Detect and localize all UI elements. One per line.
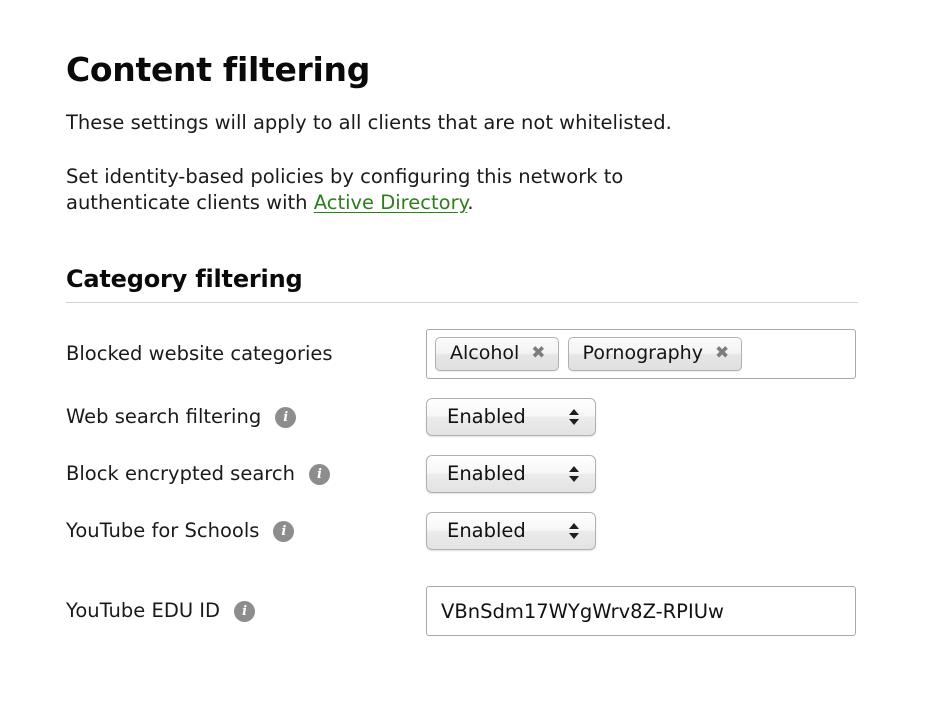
category-tag-label: Alcohol <box>450 342 520 365</box>
intro-line-3-period: . <box>467 190 474 214</box>
label-web-search-filtering: Web search filtering i <box>66 405 426 428</box>
stepper-arrows-icon[interactable] <box>569 466 579 483</box>
close-icon[interactable]: ✖ <box>715 345 729 362</box>
intro-paragraph-2: Set identity-based policies by configuri… <box>66 137 858 217</box>
row-block-encrypted-search: Block encrypted search i Enabled <box>66 436 858 494</box>
close-icon[interactable]: ✖ <box>531 345 545 362</box>
label-blocked-website-categories: Blocked website categories <box>66 342 426 365</box>
category-tag-label: Pornography <box>582 342 703 365</box>
active-directory-link[interactable]: Active Directory <box>314 191 468 214</box>
blocked-categories-tag-input[interactable]: Alcohol ✖ Pornography ✖ <box>426 329 856 380</box>
label-youtube-edu-id: YouTube EDU ID i <box>66 599 426 622</box>
youtube-for-schools-select[interactable]: Enabled <box>426 512 596 551</box>
info-icon[interactable]: i <box>234 600 256 622</box>
intro-paragraph-1: These settings will apply to all clients… <box>66 111 672 135</box>
category-tag[interactable]: Alcohol ✖ <box>435 337 559 372</box>
select-value: Enabled <box>447 519 526 543</box>
chevron-up-icon <box>569 409 579 416</box>
intro-line-2-text: Set identity-based policies by configuri… <box>66 164 624 188</box>
row-youtube-edu-id: YouTube EDU ID i <box>66 550 858 637</box>
category-tag[interactable]: Pornography ✖ <box>567 337 743 372</box>
chevron-down-icon <box>569 419 579 426</box>
label-youtube-for-schools: YouTube for Schools i <box>66 519 426 542</box>
select-value: Enabled <box>447 405 526 429</box>
chevron-down-icon <box>569 476 579 483</box>
field-label-text: YouTube for Schools <box>66 519 260 543</box>
row-youtube-for-schools: YouTube for Schools i Enabled <box>66 493 858 551</box>
row-blocked-website-categories: Blocked website categories Alcohol ✖ Por… <box>66 303 858 380</box>
web-search-filtering-select[interactable]: Enabled <box>426 398 596 437</box>
field-label-text: Web search filtering <box>66 405 262 429</box>
info-icon[interactable]: i <box>308 463 330 485</box>
field-label-text: Block encrypted search <box>66 462 295 486</box>
field-label-text: YouTube EDU ID <box>66 599 221 623</box>
select-value: Enabled <box>447 462 526 486</box>
content-filtering-page: Content filtering These settings will ap… <box>66 0 858 637</box>
info-icon[interactable]: i <box>273 520 295 542</box>
row-web-search-filtering: Web search filtering i Enabled <box>66 379 858 437</box>
chevron-up-icon <box>569 466 579 473</box>
page-title: Content filtering <box>66 50 371 89</box>
section-title-category-filtering: Category filtering <box>66 265 303 294</box>
stepper-arrows-icon[interactable] <box>569 409 579 426</box>
block-encrypted-search-select[interactable]: Enabled <box>426 455 596 494</box>
chevron-up-icon <box>569 523 579 530</box>
youtube-edu-id-input[interactable] <box>426 586 856 637</box>
intro-line-3-text: authenticate clients with <box>66 190 314 214</box>
stepper-arrows-icon[interactable] <box>569 523 579 540</box>
info-icon[interactable]: i <box>275 406 297 428</box>
chevron-down-icon <box>569 533 579 540</box>
field-label-text: Blocked website categories <box>66 342 333 366</box>
label-block-encrypted-search: Block encrypted search i <box>66 462 426 485</box>
